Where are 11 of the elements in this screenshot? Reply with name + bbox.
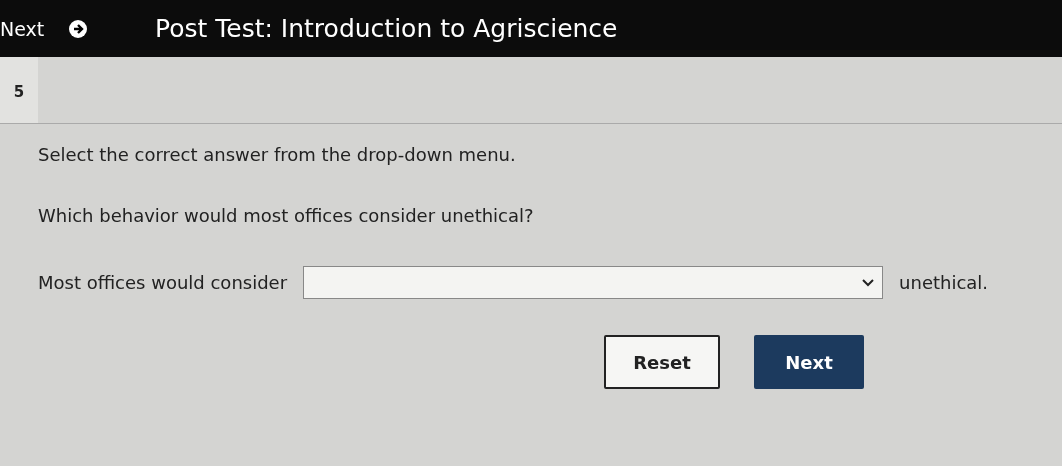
question-number: 5 bbox=[0, 57, 38, 123]
answer-dropdown[interactable] bbox=[303, 266, 884, 299]
next-button[interactable]: Next bbox=[754, 335, 864, 389]
reset-button[interactable]: Reset bbox=[604, 335, 720, 389]
sentence-text: unethical. bbox=[899, 272, 989, 293]
page-title: Post Test: Introduction to Agriscience bbox=[155, 14, 618, 43]
instruction-text: Select the correct answer from the drop-down menu. bbox=[38, 144, 517, 165]
next-link[interactable]: Next bbox=[0, 17, 155, 40]
question-text: Which behavior would most offices consider unethical? bbox=[38, 205, 535, 226]
chevron-icon bbox=[862, 278, 875, 287]
sentence-text: Most offices would consider bbox=[38, 272, 288, 293]
